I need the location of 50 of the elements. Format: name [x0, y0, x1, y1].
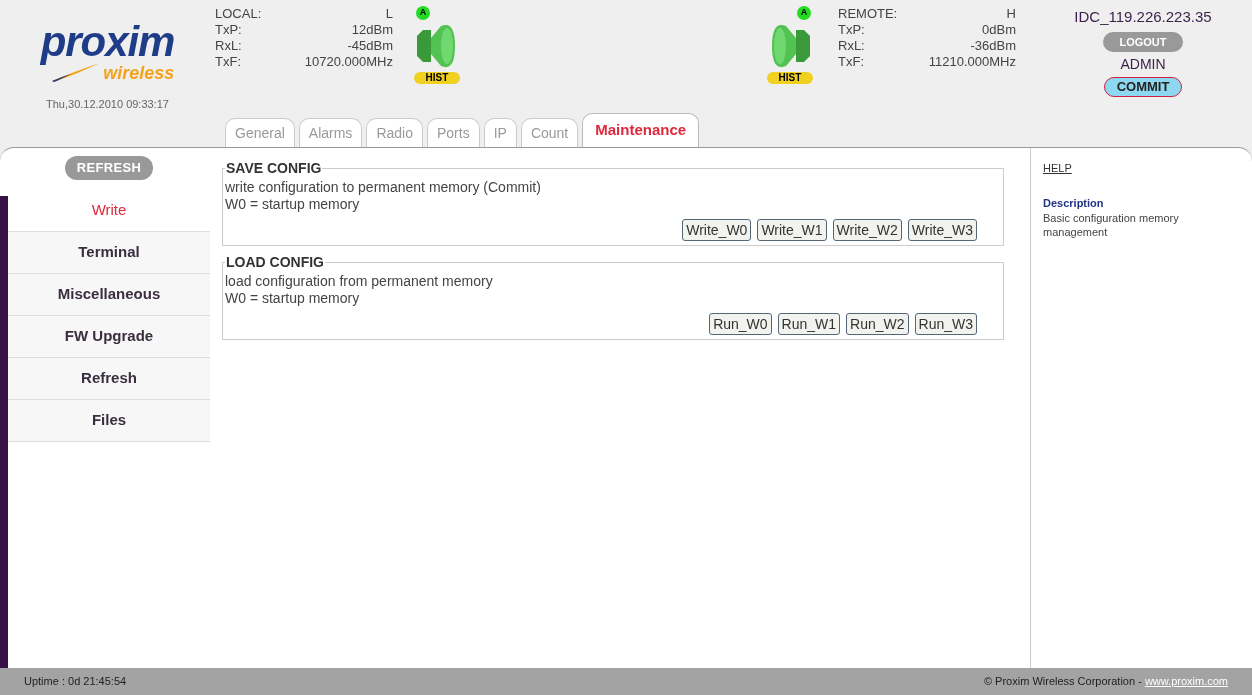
copyright: © Proxim Wireless Corporation - www.proxim.com	[983, 674, 1228, 690]
memory-button[interactable]: Run_W0	[709, 313, 772, 335]
sidebar-item[interactable]: FW Upgrade	[8, 315, 210, 358]
date-time: Thu,30.12.2010 09:33:17	[46, 97, 169, 112]
user-name: ADMIN	[1120, 55, 1166, 74]
help-title: HELP	[1043, 161, 1073, 176]
status-badge: A	[416, 6, 430, 20]
commit-button[interactable]: COMMIT	[1103, 77, 1183, 97]
uptime: Uptime : 0d 21:45:54	[24, 674, 127, 690]
stat-value: 0dBm	[982, 22, 1016, 38]
stat-label: TxF:	[838, 54, 864, 70]
section-text: write configuration to permanent memory (Commit)	[225, 179, 542, 196]
hist-button[interactable]: HIST	[766, 72, 814, 84]
sidebar-item[interactable]: Refresh	[8, 357, 210, 400]
sidebar-item[interactable]: Miscellaneous	[8, 273, 210, 316]
link-side: H	[1006, 6, 1016, 22]
link-side: L	[385, 6, 393, 22]
status-badge: A	[797, 6, 811, 20]
help-heading: Description	[1043, 195, 1105, 211]
stat-label: RxL:	[838, 38, 865, 54]
stat-label: RxL:	[215, 38, 242, 54]
stat-value: 12dBm	[351, 22, 393, 38]
section-title: LOAD CONFIG	[225, 253, 325, 272]
sidebar-item[interactable]: Terminal	[8, 231, 210, 274]
memory-button[interactable]: Run_W1	[777, 313, 841, 335]
stat-label: TxP:	[838, 22, 865, 38]
sidebar-item[interactable]: Files	[8, 399, 210, 442]
tab[interactable]: Maintenance	[582, 113, 700, 147]
memory-button[interactable]: Write_W0	[682, 219, 752, 241]
stat-value: 10720.000MHz	[304, 54, 393, 70]
memory-button[interactable]: Write_W2	[832, 219, 902, 241]
section-text: load configuration from permanent memory	[225, 273, 494, 290]
link-title: LOCAL:	[215, 6, 262, 22]
stat-value: 11210.000MHz	[928, 54, 1016, 70]
stat-label: TxP:	[215, 22, 242, 38]
section-text: W0 = startup memory	[225, 196, 361, 213]
memory-button[interactable]: Run_W2	[846, 313, 909, 335]
section-title: SAVE CONFIG	[225, 159, 323, 178]
hist-button[interactable]: HIST	[413, 72, 461, 84]
memory-button[interactable]: Run_W3	[914, 313, 977, 335]
stat-value: -36dBm	[970, 38, 1016, 54]
section-text: W0 = startup memory	[225, 290, 361, 307]
stat-value: -45dBm	[347, 38, 393, 54]
stat-label: TxF:	[215, 54, 241, 70]
memory-button[interactable]: Write_W3	[907, 219, 977, 241]
logo-tagline: wireless	[103, 64, 175, 82]
help-text: Basic configuration memory management	[1043, 211, 1180, 239]
link-title: REMOTE:	[838, 6, 898, 22]
memory-button[interactable]: Write_W1	[757, 219, 827, 241]
host-name: IDC_119.226.223.35	[1074, 7, 1212, 27]
